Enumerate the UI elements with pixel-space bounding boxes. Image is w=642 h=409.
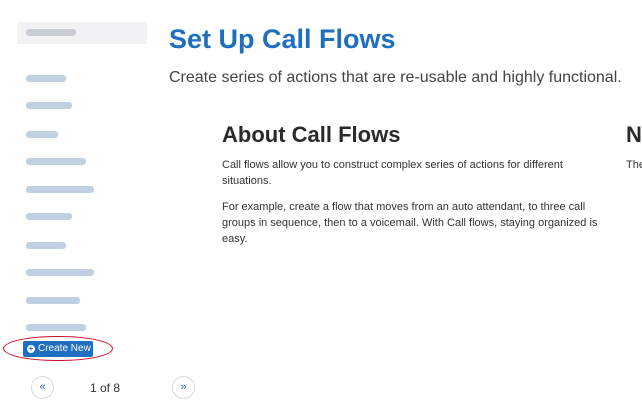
- sidebar-item[interactable]: [26, 186, 94, 193]
- create-new-label: Create New: [38, 343, 91, 354]
- sidebar-header: [17, 22, 147, 44]
- page-subtitle: Create series of actions that are re-usa…: [169, 69, 622, 86]
- plus-circle-icon: +: [27, 344, 35, 353]
- sidebar-item[interactable]: [26, 75, 66, 82]
- next-section-paragraph: The day: [626, 159, 642, 171]
- about-call-flows-heading: About Call Flows: [222, 122, 401, 147]
- pagination-text: 1 of 8: [90, 381, 121, 395]
- page-title: Set Up Call Flows: [169, 24, 396, 54]
- about-paragraph-2: For example, create a flow that moves fr…: [222, 201, 598, 245]
- sidebar-item[interactable]: [26, 269, 94, 276]
- about-paragraph-1: Call flows allow you to construct comple…: [222, 159, 563, 187]
- sidebar-item[interactable]: [26, 242, 66, 249]
- next-page-button[interactable]: »: [172, 376, 195, 399]
- sidebar: + Create New « 1 of 8 »: [0, 0, 195, 409]
- sidebar-item[interactable]: [26, 297, 80, 304]
- sidebar-item[interactable]: [26, 131, 58, 138]
- sidebar-item[interactable]: [26, 158, 86, 165]
- next-section-heading: N: [626, 122, 642, 147]
- create-new-button[interactable]: + Create New: [23, 341, 93, 357]
- sidebar-item[interactable]: [26, 102, 72, 109]
- sidebar-item[interactable]: [26, 324, 86, 331]
- sidebar-item[interactable]: [26, 213, 72, 220]
- sidebar-header-blurred-text: [26, 29, 76, 36]
- previous-page-button[interactable]: «: [31, 376, 54, 399]
